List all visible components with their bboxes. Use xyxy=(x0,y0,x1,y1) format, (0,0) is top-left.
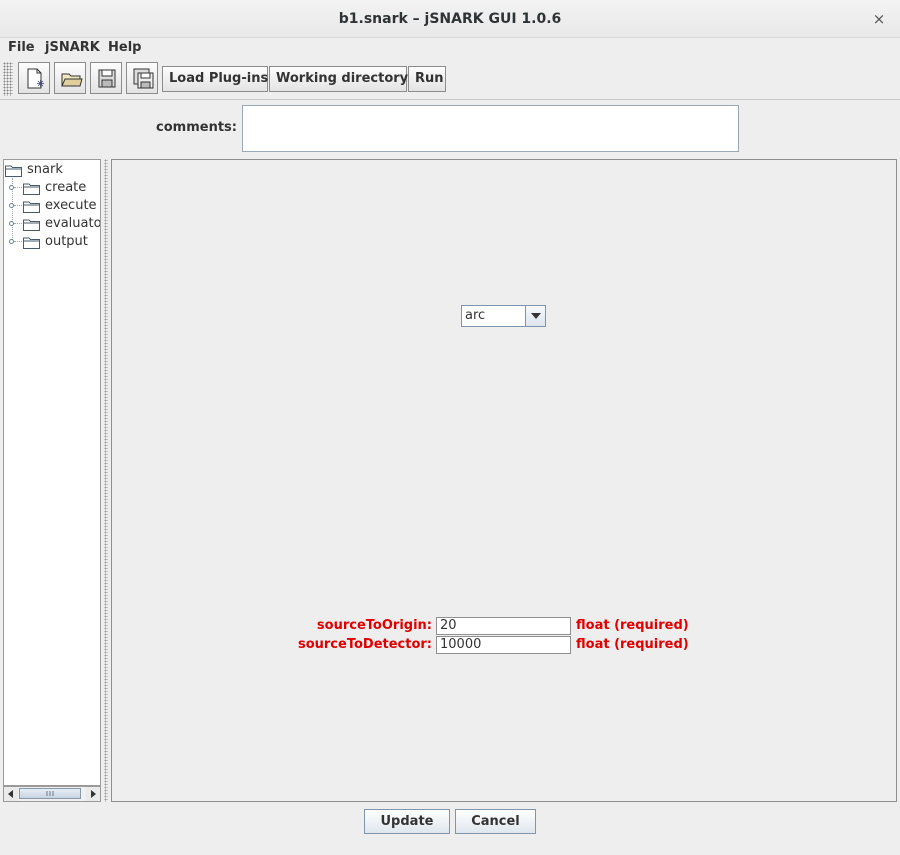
expand-handle-icon[interactable] xyxy=(9,239,14,244)
menu-jsnark[interactable]: jSNARK xyxy=(44,38,101,58)
tree-panel[interactable]: snark create execute evaluator output xyxy=(3,159,101,786)
main-panel xyxy=(111,159,897,802)
save-icon xyxy=(98,69,116,88)
comments-input[interactable] xyxy=(242,105,739,152)
run-button[interactable]: Run xyxy=(408,66,446,92)
save-as-button[interactable] xyxy=(126,62,158,94)
open-folder-icon xyxy=(61,73,83,87)
param-label-source-to-detector: sourceToDetector: xyxy=(297,637,432,652)
folder-icon xyxy=(23,201,40,213)
comments-label: comments: xyxy=(156,120,237,135)
folder-icon xyxy=(23,183,40,195)
tree-connector xyxy=(14,241,22,242)
working-directory-button[interactable]: Working directory xyxy=(269,66,408,92)
scroll-thumb[interactable] xyxy=(19,788,81,799)
save-button[interactable] xyxy=(90,62,122,94)
expand-handle-icon[interactable] xyxy=(9,203,14,208)
close-icon[interactable]: × xyxy=(868,8,890,30)
menu-bar: File jSNARK Help xyxy=(0,38,900,58)
arrow-right-icon xyxy=(91,790,96,798)
load-plugins-button[interactable]: Load Plug-ins xyxy=(162,66,268,92)
tree-label: evaluator xyxy=(45,216,101,231)
tree-horizontal-scrollbar[interactable] xyxy=(3,786,101,802)
scroll-left-button[interactable] xyxy=(4,787,18,801)
menu-file[interactable]: File xyxy=(7,38,36,58)
save-as-icon xyxy=(133,68,154,89)
tree-label: snark xyxy=(27,162,63,177)
tree-connector xyxy=(14,187,22,188)
update-button[interactable]: Update xyxy=(364,809,450,834)
expand-handle-icon[interactable] xyxy=(9,185,14,190)
combo-dropdown-button[interactable] xyxy=(525,306,545,326)
menu-help[interactable]: Help xyxy=(107,38,142,58)
window-title: b1.snark – jSNARK GUI 1.0.6 xyxy=(338,11,562,27)
new-file-icon xyxy=(27,68,44,89)
tree-connector xyxy=(14,205,22,206)
folder-icon xyxy=(23,237,40,249)
scroll-right-button[interactable] xyxy=(86,787,100,801)
grip-icon xyxy=(46,791,54,796)
chevron-down-icon xyxy=(531,313,541,319)
tree-connector xyxy=(14,223,22,224)
folder-icon xyxy=(23,219,40,231)
arrow-left-icon xyxy=(8,790,13,798)
open-button[interactable] xyxy=(54,62,86,94)
param-type-source-to-origin: float (required) xyxy=(576,618,689,633)
expand-handle-icon[interactable] xyxy=(9,221,14,226)
cancel-button[interactable]: Cancel xyxy=(455,809,536,834)
algorithm-combo-box[interactable]: arc xyxy=(461,305,546,327)
tree-label: output xyxy=(45,234,88,249)
tree-label: create xyxy=(45,180,87,195)
param-label-source-to-origin: sourceToOrigin: xyxy=(316,618,432,633)
source-to-detector-input[interactable]: 10000 xyxy=(436,636,571,654)
split-pane-divider[interactable] xyxy=(104,159,108,802)
folder-open-icon xyxy=(5,165,22,177)
param-type-source-to-detector: float (required) xyxy=(576,637,689,652)
tree-label: execute xyxy=(45,198,97,213)
combo-selected-value: arc xyxy=(465,308,486,323)
new-file-button[interactable] xyxy=(18,62,50,94)
source-to-origin-input[interactable]: 20 xyxy=(436,617,571,635)
toolbar-grip[interactable] xyxy=(3,62,13,96)
